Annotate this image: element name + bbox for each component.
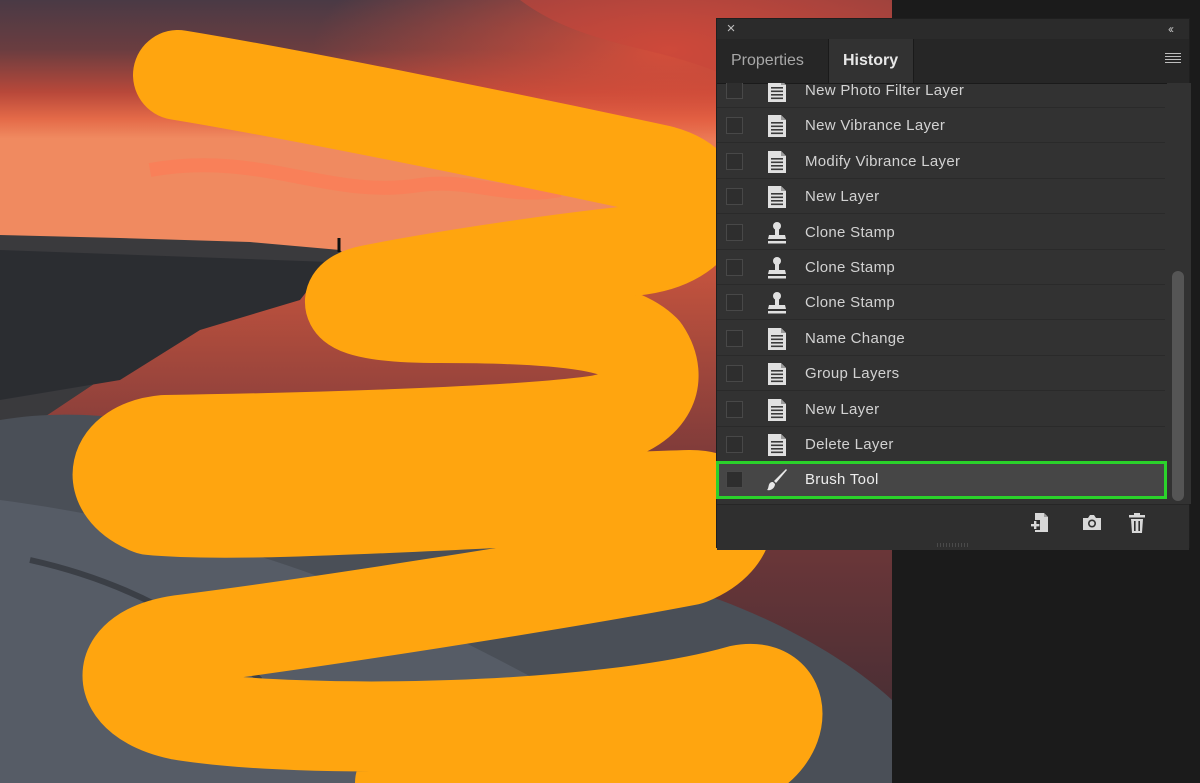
snapshot-source-checkbox[interactable]: [726, 365, 743, 383]
snapshot-camera-icon[interactable]: [1080, 511, 1104, 535]
history-state-row[interactable]: Name Change: [717, 321, 1165, 356]
clone-stamp-icon: [766, 221, 788, 245]
history-state-label: New Layer: [805, 188, 880, 206]
history-state-selected[interactable]: Brush Tool: [717, 462, 1165, 498]
history-state-row[interactable]: New Layer: [717, 392, 1165, 427]
snapshot-source-checkbox[interactable]: [726, 188, 743, 206]
document-icon: [766, 150, 788, 174]
history-list: New Photo Filter Layer New Vibrance Layer…: [717, 83, 1165, 504]
history-state-label: Clone Stamp: [805, 223, 896, 241]
history-state-row[interactable]: New Photo Filter Layer: [717, 83, 1165, 108]
snapshot-source-checkbox[interactable]: [726, 259, 743, 276]
history-state-row[interactable]: Group Layers: [717, 356, 1165, 392]
history-state-label: Clone Stamp: [805, 259, 896, 276]
panel-tab-bar: Properties History: [717, 39, 1189, 84]
snapshot-source-checkbox[interactable]: [726, 83, 743, 99]
history-state-label: Group Layers: [805, 365, 900, 383]
snapshot-source-checkbox[interactable]: [726, 400, 743, 418]
history-state-row[interactable]: Clone Stamp: [717, 285, 1165, 321]
history-panel: × ‹‹ Properties History New Photo Filter…: [716, 18, 1191, 550]
document-icon: [766, 185, 788, 209]
history-state-label: Brush Tool: [805, 471, 879, 489]
collapse-panel-icon[interactable]: ‹‹: [1161, 20, 1179, 38]
close-icon[interactable]: ×: [723, 20, 739, 38]
document-icon: [766, 327, 788, 351]
document-icon: [766, 398, 788, 422]
snapshot-source-checkbox[interactable]: [726, 329, 743, 347]
new-document-from-state-icon[interactable]: [1029, 511, 1053, 535]
history-state-label: Delete Layer: [805, 436, 894, 453]
document-icon: [766, 83, 788, 103]
snapshot-source-checkbox[interactable]: [726, 436, 743, 453]
history-state-row[interactable]: Modify Vibrance Layer: [717, 144, 1165, 179]
history-state-label: Modify Vibrance Layer: [805, 152, 961, 170]
document-icon: [766, 114, 788, 138]
trash-icon[interactable]: [1125, 511, 1149, 535]
history-state-row[interactable]: New Vibrance Layer: [717, 108, 1165, 144]
snapshot-source-checkbox[interactable]: [726, 152, 743, 170]
brush-icon: [766, 468, 788, 492]
clone-stamp-icon: [766, 291, 788, 315]
tab-properties[interactable]: Properties: [717, 39, 828, 83]
snapshot-source-checkbox[interactable]: [726, 117, 743, 135]
scrollbar-thumb[interactable]: [1172, 271, 1184, 501]
history-state-row[interactable]: Clone Stamp: [717, 250, 1165, 285]
scrollbar[interactable]: [1167, 83, 1191, 504]
snapshot-source-checkbox[interactable]: [726, 471, 743, 489]
history-state-label: New Photo Filter Layer: [805, 83, 965, 99]
document-icon: [766, 362, 788, 386]
document-icon: [766, 433, 788, 457]
snapshot-source-checkbox[interactable]: [726, 223, 743, 241]
history-state-row[interactable]: New Layer: [717, 179, 1165, 215]
tab-history[interactable]: History: [828, 39, 914, 83]
panel-menu-icon[interactable]: [1165, 51, 1181, 67]
panel-resize-grip[interactable]: [937, 543, 969, 547]
history-state-row[interactable]: Clone Stamp: [717, 215, 1165, 250]
history-bottom-toolbar: [717, 504, 1189, 550]
panel-title-bar: × ‹‹: [717, 19, 1189, 39]
history-state-row[interactable]: Delete Layer: [717, 427, 1165, 462]
history-state-label: Name Change: [805, 329, 906, 347]
history-state-label: Clone Stamp: [805, 294, 896, 312]
history-state-label: New Vibrance Layer: [805, 117, 946, 135]
history-state-label: New Layer: [805, 400, 880, 418]
clone-stamp-icon: [766, 256, 788, 280]
snapshot-source-checkbox[interactable]: [726, 294, 743, 312]
